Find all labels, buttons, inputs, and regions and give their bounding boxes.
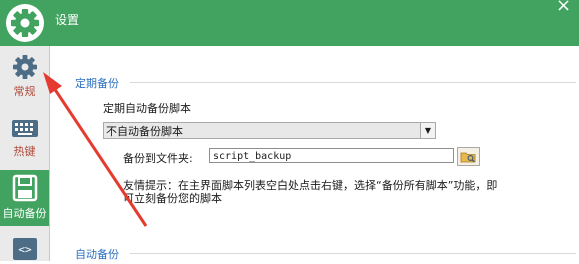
hint-text: 友情提示：在主界面脚本列表空白处点击右键，选择“备份所有脚本”功能，即可立刻备份…: [123, 179, 498, 205]
settings-panel: 定期备份 定期自动备份脚本 不自动备份脚本 ▼ 备份到文件夹: script_b…: [50, 46, 579, 261]
backup-folder-label: 备份到文件夹:: [123, 152, 193, 165]
select-value: 不自动备份脚本: [106, 125, 183, 138]
section-divider: [130, 253, 576, 254]
sidebar: 常规 热键 自动备份 <>: [0, 46, 50, 261]
code-icon: <>: [12, 238, 37, 260]
sidebar-item-general[interactable]: 常规: [0, 51, 49, 103]
window-title: 设置: [55, 13, 80, 27]
browse-folder-button[interactable]: [457, 147, 480, 166]
keyboard-icon: [11, 120, 38, 137]
save-icon: [12, 174, 37, 202]
sidebar-item-hotkeys[interactable]: 热键: [0, 114, 49, 164]
backup-folder-input[interactable]: script_backup: [209, 148, 454, 163]
folder-icon: [460, 152, 476, 163]
periodic-backup-label: 定期自动备份脚本: [103, 102, 191, 115]
sidebar-item-label: 常规: [13, 85, 36, 98]
gear-icon: [12, 55, 37, 79]
title-bar: 设置 ×: [0, 0, 579, 46]
section-title-periodic-backup: 定期备份: [75, 77, 119, 90]
close-icon[interactable]: ×: [556, 0, 571, 15]
sidebar-item-code[interactable]: <>: [0, 234, 49, 261]
sidebar-item-label: 自动备份: [2, 207, 47, 220]
sidebar-item-label: 热键: [13, 145, 36, 158]
svg-text:<>: <>: [18, 243, 32, 256]
settings-gear-icon: [6, 4, 44, 42]
sidebar-item-auto-backup[interactable]: 自动备份: [0, 170, 49, 226]
section-divider: [130, 82, 576, 83]
backup-frequency-select[interactable]: 不自动备份脚本 ▼: [103, 122, 436, 139]
chevron-down-icon[interactable]: ▼: [420, 123, 435, 138]
section-title-auto-backup: 自动备份: [75, 248, 119, 261]
